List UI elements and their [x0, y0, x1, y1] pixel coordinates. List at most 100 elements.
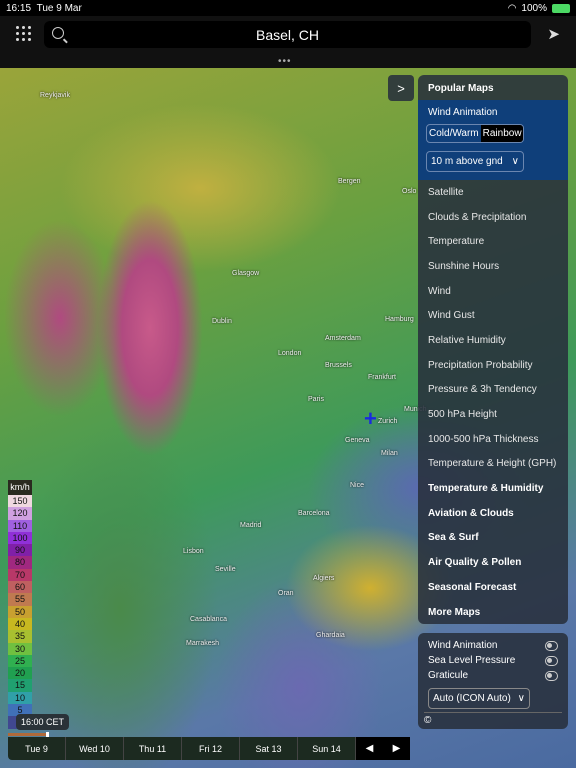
- city-label: Nice: [350, 482, 365, 489]
- wind-animation-label[interactable]: Wind Animation: [428, 107, 558, 118]
- legend-step: 120: [8, 507, 32, 520]
- map-item[interactable]: 1000-500 hPa Thickness: [418, 427, 568, 452]
- map-item[interactable]: 500 hPa Height: [418, 402, 568, 427]
- style-cold-warm[interactable]: Cold/Warm: [427, 125, 481, 142]
- wifi-icon: ◠: [507, 2, 517, 14]
- drag-handle[interactable]: •••: [278, 56, 292, 67]
- wind-animation-section: Wind Animation Cold/Warm Rainbow 10 m ab…: [418, 100, 568, 180]
- city-label: Brussels: [325, 362, 352, 369]
- legend-step: 35: [8, 630, 32, 643]
- timeline-progress[interactable]: [8, 732, 49, 737]
- map-item[interactable]: Clouds & Precipitation: [418, 205, 568, 230]
- wind-speed-legend: km/h 150 120 110 100 90 80 70 60 55 50 40 35 30 25 20 1…: [8, 480, 32, 729]
- legend-step: 110: [8, 519, 32, 532]
- timeline: Tue 9 Wed 10 Thu 11 Fri 12 Sat 13 Sun 14 ◀ ▶: [8, 737, 410, 760]
- location-arrow-icon[interactable]: ➤: [547, 25, 560, 43]
- chevron-down-icon: ∨: [517, 693, 525, 704]
- city-label: Lisbon: [183, 548, 204, 555]
- legend-step: 80: [8, 556, 32, 569]
- map-item[interactable]: Air Quality & Pollen: [418, 550, 568, 575]
- map-item[interactable]: Precipitation Probability: [418, 353, 568, 378]
- map-item[interactable]: Satellite: [418, 180, 568, 205]
- map-item[interactable]: Pressure & 3h Tendency: [418, 378, 568, 403]
- map-item[interactable]: Sea & Surf: [418, 526, 568, 551]
- toggle-wind-animation[interactable]: Wind Animation: [418, 638, 568, 653]
- day-tab[interactable]: Sun 14: [298, 737, 356, 760]
- map-item[interactable]: Wind: [418, 279, 568, 304]
- color-style-segment: Cold/Warm Rainbow: [426, 124, 524, 143]
- day-tab[interactable]: Sat 13: [240, 737, 298, 760]
- map-item[interactable]: Temperature: [418, 229, 568, 254]
- city-label: Marrakesh: [186, 640, 220, 647]
- legend-step: 100: [8, 531, 32, 545]
- legend-step: 55: [8, 593, 32, 606]
- prev-arrow-icon[interactable]: ◀: [356, 737, 383, 760]
- city-label: Milan: [381, 450, 398, 457]
- day-tab[interactable]: Fri 12: [182, 737, 240, 760]
- city-label: Reykjavik: [40, 92, 70, 99]
- search-value: Basel, CH: [255, 26, 320, 43]
- map-item[interactable]: Seasonal Forecast: [418, 575, 568, 600]
- copyright-button[interactable]: ©: [424, 712, 562, 726]
- level-value: 10 m above gnd: [431, 156, 503, 167]
- city-label: Zurich: [378, 418, 398, 425]
- map-item[interactable]: More Maps: [418, 600, 568, 625]
- current-time-label: 16:00 CET: [16, 714, 70, 730]
- map-item[interactable]: Relative Humidity: [418, 328, 568, 353]
- panel-header: Popular Maps: [428, 83, 494, 94]
- next-arrow-icon[interactable]: ▶: [383, 737, 410, 760]
- level-select[interactable]: 10 m above gnd ∨: [426, 151, 524, 172]
- map-item[interactable]: Temperature & Height (GPH): [418, 452, 568, 477]
- status-date: Tue 9 Mar: [36, 2, 82, 14]
- map-item[interactable]: Aviation & Clouds: [418, 501, 568, 526]
- city-label: Algiers: [313, 575, 335, 582]
- legend-step: 10: [8, 691, 32, 705]
- legend-step: 40: [8, 617, 32, 631]
- overlay-panel: Wind Animation Sea Level Pressure Gratic…: [418, 633, 568, 729]
- city-label: Madrid: [240, 522, 262, 529]
- toggle-label: Wind Animation: [428, 640, 498, 651]
- toggle-label: Graticule: [428, 670, 469, 681]
- legend-unit: km/h: [8, 480, 32, 495]
- day-tab[interactable]: Wed 10: [66, 737, 124, 760]
- legend-step: 70: [8, 568, 32, 582]
- city-label: Paris: [308, 396, 324, 403]
- toggle-label: Sea Level Pressure: [428, 655, 516, 666]
- city-label: Amsterdam: [325, 335, 361, 342]
- city-label: Casablanca: [190, 616, 227, 623]
- city-label: Hamburg: [385, 316, 414, 323]
- toggle-switch[interactable]: [545, 655, 558, 666]
- toggle-sea-level-pressure[interactable]: Sea Level Pressure: [418, 653, 568, 668]
- battery-percent: 100%: [521, 2, 547, 14]
- legend-step: 25: [8, 654, 32, 668]
- model-select[interactable]: Auto (ICON Auto) ∨: [428, 688, 530, 709]
- search-input[interactable]: Basel, CH: [44, 21, 531, 48]
- city-label: Glasgow: [232, 270, 260, 277]
- map-item[interactable]: Wind Gust: [418, 303, 568, 328]
- toggle-switch[interactable]: [545, 670, 558, 681]
- legend-step: 15: [8, 679, 32, 692]
- city-label: Dublin: [212, 318, 232, 325]
- city-label: Seville: [215, 566, 236, 573]
- day-tab[interactable]: Tue 9: [8, 737, 66, 760]
- search-icon: [52, 27, 64, 39]
- legend-step: 30: [8, 642, 32, 655]
- legend-step: 60: [8, 581, 32, 594]
- style-rainbow[interactable]: Rainbow: [480, 125, 523, 142]
- map-item[interactable]: Temperature & Humidity: [418, 476, 568, 501]
- status-bar: 16:15 Tue 9 Mar ◠ 100%: [0, 0, 576, 16]
- toggle-graticule[interactable]: Graticule: [418, 668, 568, 683]
- location-crosshair-icon: +: [364, 406, 377, 431]
- legend-step: 50: [8, 605, 32, 618]
- status-time: 16:15: [6, 2, 32, 14]
- city-label: Oran: [278, 590, 294, 597]
- city-label: Bergen: [338, 178, 361, 185]
- day-tab[interactable]: Thu 11: [124, 737, 182, 760]
- apps-grid-icon[interactable]: [16, 26, 31, 41]
- city-label: Geneva: [345, 437, 370, 444]
- map-item[interactable]: Sunshine Hours: [418, 254, 568, 279]
- toggle-switch[interactable]: [545, 640, 558, 651]
- model-value: Auto (ICON Auto): [433, 693, 511, 704]
- city-label: Frankfurt: [368, 374, 397, 381]
- collapse-panel-button[interactable]: >: [388, 75, 414, 101]
